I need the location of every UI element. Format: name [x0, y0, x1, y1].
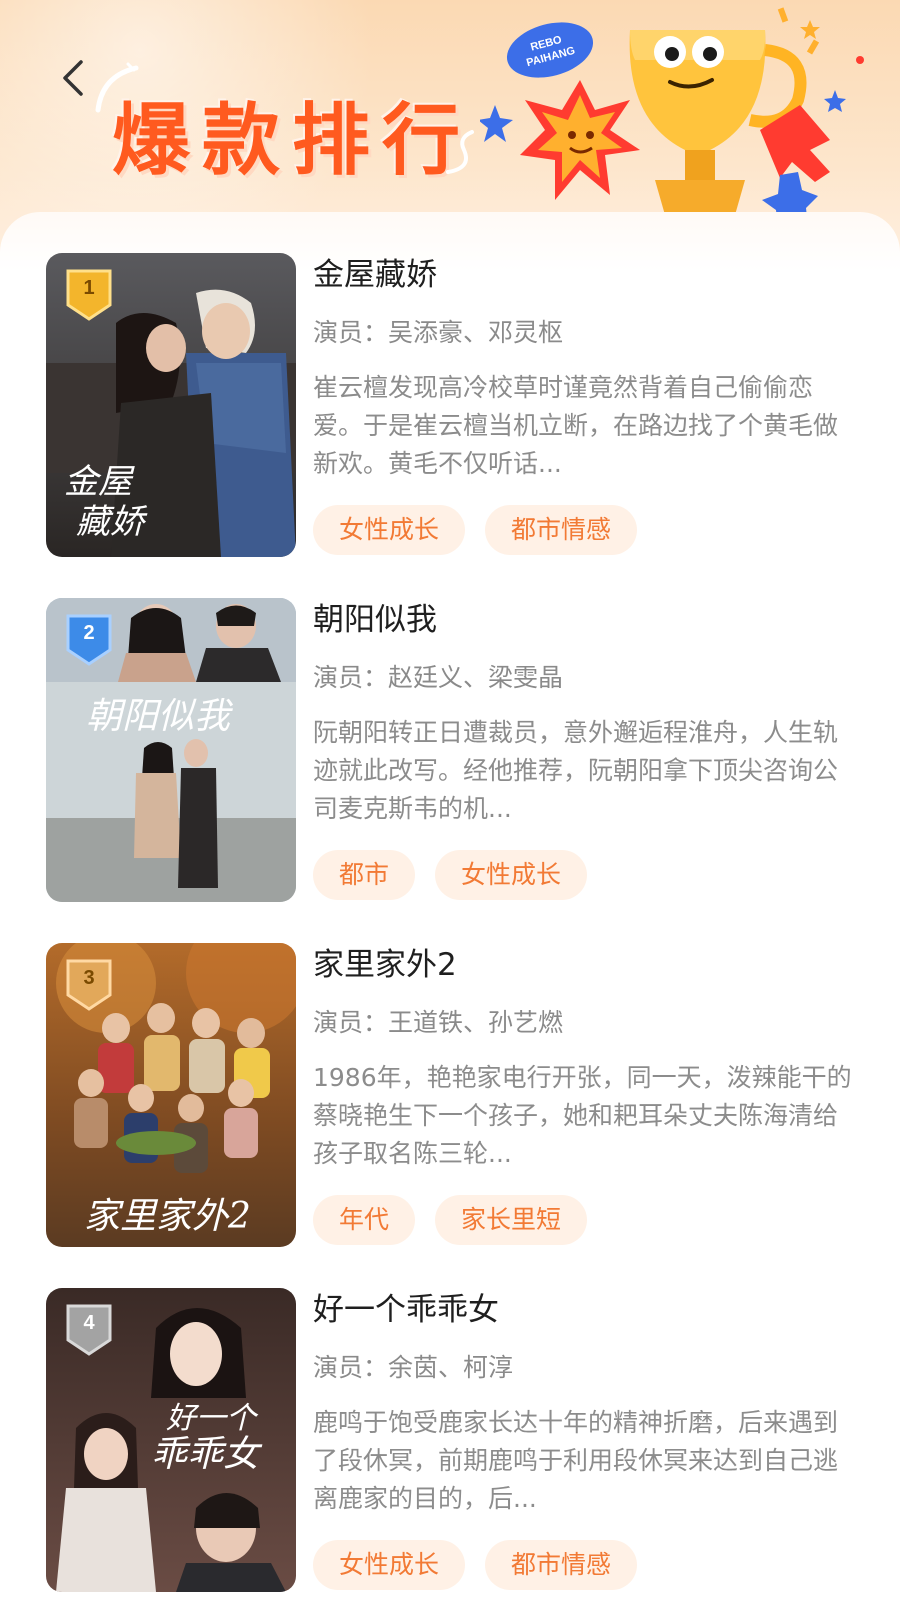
- rank-badge: 4: [60, 1300, 118, 1358]
- rank-number: 1: [83, 277, 95, 299]
- genre-tag[interactable]: 女性成长: [313, 1540, 466, 1590]
- rank-number: 3: [83, 967, 95, 989]
- drama-title[interactable]: 家里家外2: [313, 943, 853, 993]
- svg-text:金屋: 金屋: [64, 462, 135, 502]
- list-item[interactable]: 好一个 乖乖女 4 好一个乖乖女 演员：余茵、柯淳 鹿鸣于饱受鹿家长达十年的精神…: [46, 1288, 866, 1600]
- drama-poster[interactable]: 金屋 藏娇 1: [46, 253, 296, 557]
- genre-tag[interactable]: 都市情感: [485, 1540, 638, 1590]
- rank-badge: 2: [60, 610, 118, 668]
- drama-info: 金屋藏娇 演员：吴添豪、邓灵枢 崔云檀发现高冷校草时谨竟然背着自己偷偷恋爱。于是…: [313, 253, 853, 555]
- list-item[interactable]: 朝阳似我 2 朝阳似我 演员：赵廷义、梁雯晶 阮朝阳转正日遭裁员，意外邂逅程淮舟…: [46, 598, 866, 943]
- drama-poster[interactable]: 朝阳似我 2: [46, 598, 296, 902]
- cast-line: 演员：王道铁、孙艺燃: [313, 1005, 853, 1041]
- drama-poster[interactable]: 家里家外2 3: [46, 943, 296, 1247]
- synopsis: 崔云檀发现高冷校草时谨竟然背着自己偷偷恋爱。于是崔云檀当机立断，在路边找了个黄毛…: [313, 373, 839, 478]
- synopsis: 1986年，艳艳家电行开张，同一天，泼辣能干的蔡晓艳生下一个孩子，她和耙耳朵丈夫…: [313, 1063, 852, 1168]
- drama-info: 朝阳似我 演员：赵廷义、梁雯晶 阮朝阳转正日遭裁员，意外邂逅程淮舟，人生轨迹就此…: [313, 598, 853, 900]
- back-button[interactable]: [52, 56, 92, 100]
- drama-title[interactable]: 金屋藏娇: [313, 253, 853, 303]
- drama-poster[interactable]: 好一个 乖乖女 4: [46, 1288, 296, 1592]
- svg-text:藏娇: 藏娇: [76, 502, 148, 542]
- svg-text:乖乖女: 乖乖女: [151, 1434, 263, 1475]
- list-item[interactable]: 家里家外2 3 家里家外2 演员：王道铁、孙艺燃 1986年，艳艳家电行开张，同…: [46, 943, 866, 1288]
- tag-list: 年代 家长里短: [313, 1195, 853, 1245]
- cast-line: 演员：余茵、柯淳: [313, 1350, 853, 1386]
- drama-title[interactable]: 朝阳似我: [313, 598, 853, 648]
- page-title: 爆款排行: [112, 96, 473, 186]
- cast-names: 吴添豪、邓灵枢: [388, 318, 564, 347]
- ranking-list: 金屋 藏娇 1 金屋藏娇 演员：吴添豪、邓灵枢 崔云檀发现高冷校草时谨竟然背着自…: [46, 253, 866, 1600]
- genre-tag[interactable]: 女性成长: [435, 850, 588, 900]
- poster-title-text: 朝阳似我: [86, 696, 233, 737]
- cast-names: 赵廷义、梁雯晶: [388, 663, 564, 692]
- chevron-left-icon: [63, 60, 83, 96]
- tag-list: 女性成长 都市情感: [313, 1540, 853, 1590]
- rank-badge: 3: [60, 955, 118, 1013]
- drama-info: 家里家外2 演员：王道铁、孙艺燃 1986年，艳艳家电行开张，同一天，泼辣能干的…: [313, 943, 853, 1245]
- cast-label: 演员：: [313, 318, 389, 347]
- rebo-paihang-bubble: REBO PAIHANG: [506, 22, 594, 78]
- synopsis: 鹿鸣于饱受鹿家长达十年的精神折磨，后来遇到了段休冥，前期鹿鸣于利用段休冥来达到自…: [313, 1408, 839, 1513]
- cast-names: 王道铁、孙艺燃: [388, 1008, 564, 1037]
- cast-names: 余茵、柯淳: [388, 1353, 514, 1382]
- drama-info: 好一个乖乖女 演员：余茵、柯淳 鹿鸣于饱受鹿家长达十年的精神折磨，后来遇到了段休…: [313, 1288, 853, 1590]
- cast-line: 演员：赵廷义、梁雯晶: [313, 660, 853, 696]
- rank-number: 4: [83, 1312, 95, 1334]
- tag-list: 都市 女性成长: [313, 850, 853, 900]
- genre-tag[interactable]: 年代: [313, 1195, 416, 1245]
- synopsis: 阮朝阳转正日遭裁员，意外邂逅程淮舟，人生轨迹就此改写。经他推荐，阮朝阳拿下顶尖咨…: [313, 718, 839, 823]
- cast-label: 演员：: [313, 663, 389, 692]
- genre-tag[interactable]: 都市情感: [485, 505, 638, 555]
- genre-tag[interactable]: 都市: [313, 850, 416, 900]
- cast-line: 演员：吴添豪、邓灵枢: [313, 315, 853, 351]
- swirl-deco-icon: [446, 130, 474, 174]
- cast-label: 演员：: [313, 1353, 389, 1382]
- rank-number: 2: [83, 622, 95, 644]
- genre-tag[interactable]: 家长里短: [435, 1195, 588, 1245]
- list-item[interactable]: 金屋 藏娇 1 金屋藏娇 演员：吴添豪、邓灵枢 崔云檀发现高冷校草时谨竟然背着自…: [46, 253, 866, 598]
- genre-tag[interactable]: 女性成长: [313, 505, 466, 555]
- rank-badge: 1: [60, 265, 118, 323]
- drama-title[interactable]: 好一个乖乖女: [313, 1288, 853, 1338]
- poster-title-text: 好一个: [166, 1401, 259, 1436]
- tag-list: 女性成长 都市情感: [313, 505, 853, 555]
- poster-title-text: 家里家外2: [84, 1196, 251, 1237]
- trophy-mascot-illustration: REBO PAIHANG: [480, 7, 864, 228]
- cast-label: 演员：: [313, 1008, 389, 1037]
